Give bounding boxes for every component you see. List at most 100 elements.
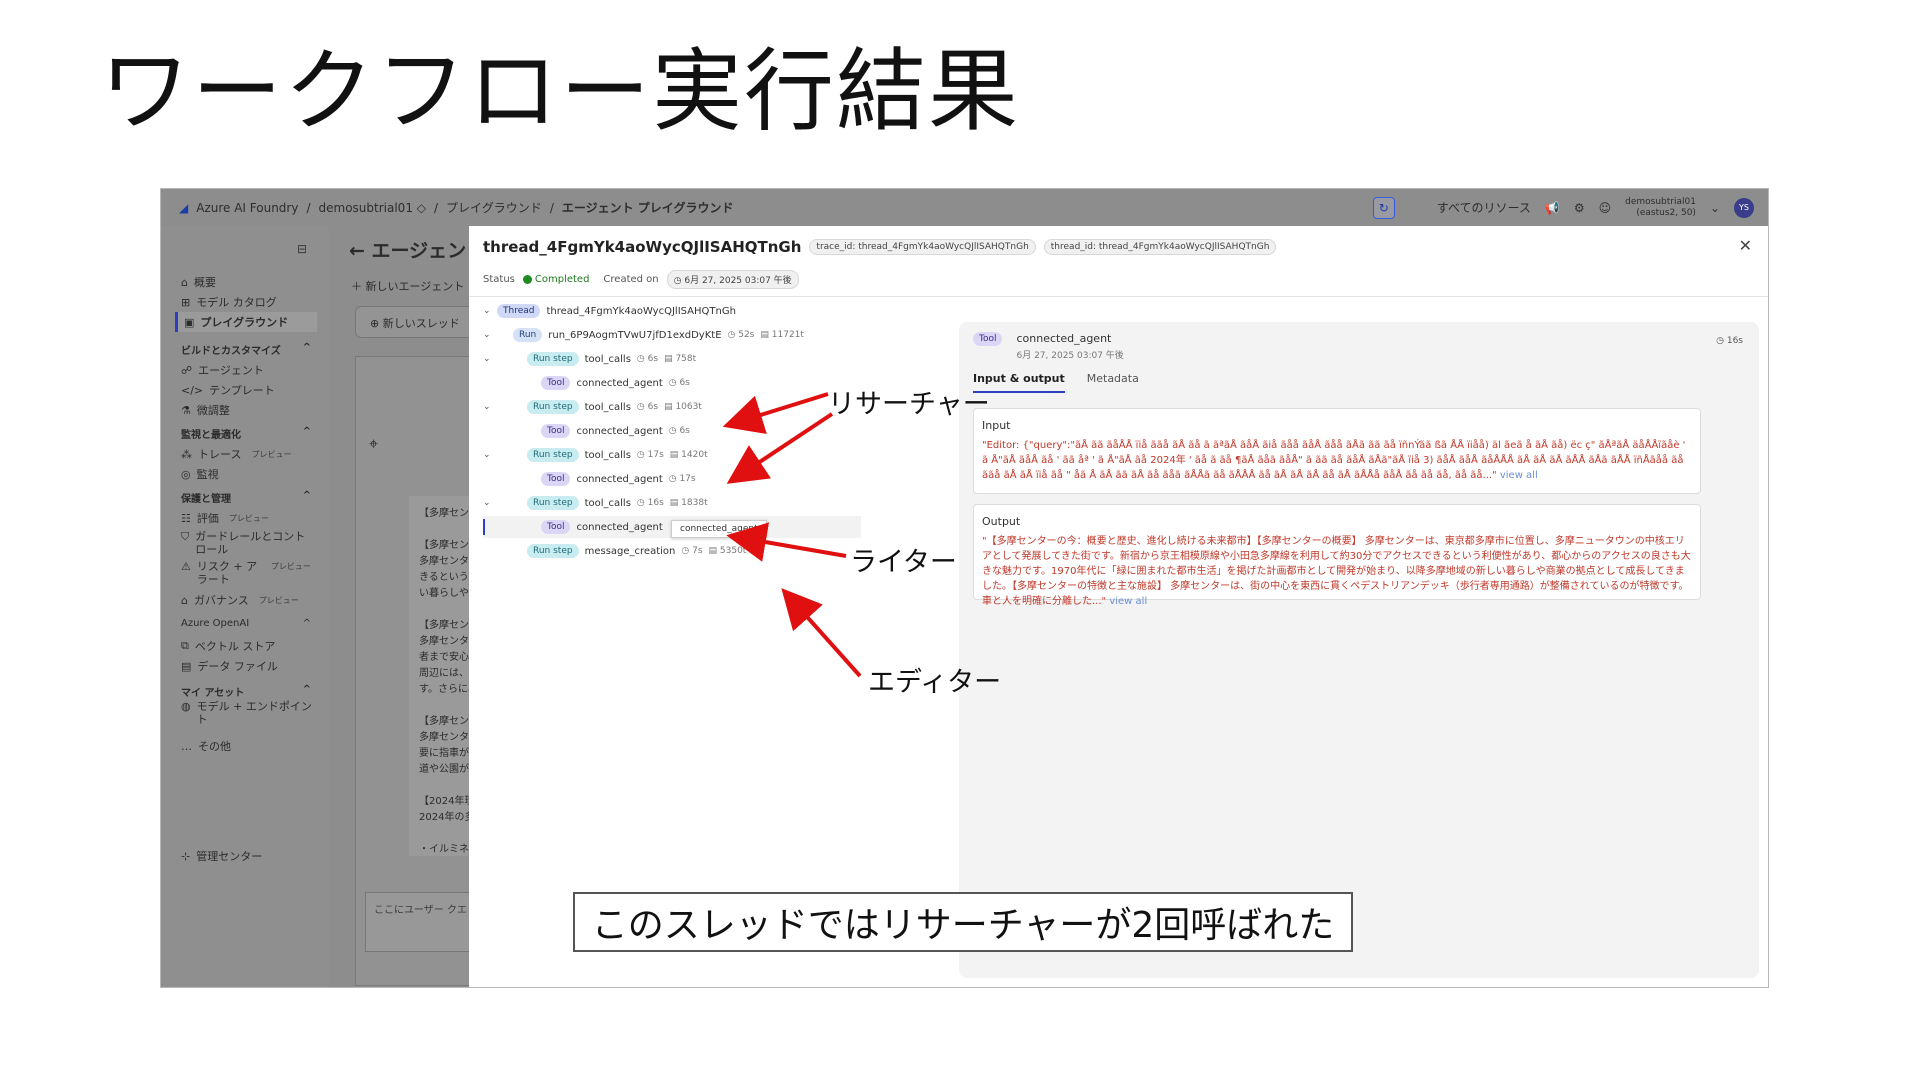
sidebar-item-monitoring[interactable]: ◎ 監視 bbox=[181, 466, 219, 482]
close-icon[interactable]: ✕ bbox=[1739, 236, 1752, 255]
sidebar-item-agents[interactable]: ☍ エージェント bbox=[181, 362, 264, 378]
breadcrumb-playground[interactable]: プレイグラウンド bbox=[446, 199, 542, 216]
tooltip: connected_agent bbox=[671, 520, 767, 538]
tool-pill: Tool bbox=[541, 520, 571, 534]
tool-pill: Tool bbox=[541, 472, 571, 486]
sidebar-group-protect[interactable]: 保護と管理 ^ bbox=[181, 490, 311, 505]
created-on-chip: ◷ 6月 27, 2025 03:07 午後 bbox=[666, 270, 799, 289]
status-badge: Completed bbox=[522, 274, 589, 285]
chevron-down-icon[interactable]: ⌄ bbox=[483, 306, 491, 316]
alert-icon: ⚠ bbox=[181, 560, 191, 573]
run-step-pill: Run step bbox=[527, 448, 579, 462]
screenshot-frame: ◢ Azure AI Foundry / demosubtrial01 ◇ / … bbox=[160, 188, 1769, 988]
chat-input[interactable]: ここにユーザー クエリを bbox=[365, 892, 469, 952]
chevron-down-icon[interactable]: ⌄ bbox=[483, 450, 491, 460]
output-text: "【多摩センターの今：概要と歴史、進化し続ける未来都市】【多摩センターの概要】 … bbox=[982, 536, 1691, 607]
chevron-down-icon[interactable]: ⌄ bbox=[483, 330, 491, 340]
sidebar-item-vector-store[interactable]: ⧉ ベクトル ストア bbox=[181, 638, 275, 654]
view-all-link[interactable]: view all bbox=[1109, 596, 1147, 607]
sidebar-item-governance[interactable]: ⌂ ガバナンス プレビュー bbox=[181, 592, 299, 608]
chat-line: 【多摩セン bbox=[419, 508, 469, 519]
tree-row-run[interactable]: ⌄ Run run_6P9AogmTVwU7jfD1exdDyKtE ◷ 52s… bbox=[483, 324, 861, 346]
chat-line: 周辺には、緑 bbox=[419, 668, 469, 679]
sidebar-group-build[interactable]: ビルドとカスタマイズ ^ bbox=[181, 342, 311, 357]
refresh-icon[interactable]: ↻ bbox=[1372, 196, 1395, 219]
all-resources-link[interactable]: すべてのリソース bbox=[1437, 199, 1531, 216]
detail-tabs: Input & output Metadata bbox=[973, 372, 1139, 393]
new-thread-button[interactable]: ⊕ 新しいスレッド bbox=[355, 306, 469, 338]
tree-row-step-2[interactable]: ⌄ Run step tool_calls ◷ 6s ▤ 1063t bbox=[483, 396, 861, 418]
sidebar-item-data-files[interactable]: ▤ データ ファイル bbox=[181, 658, 278, 674]
sidebar-item-playground[interactable]: ▣ プレイグラウンド bbox=[175, 312, 317, 332]
gear-icon[interactable]: ⚙ bbox=[1574, 201, 1585, 215]
dialog-title: thread_4FgmYk4aoWycQJlISAHQTnGh bbox=[483, 238, 802, 256]
tree-row-step-1[interactable]: ⌄ Run step tool_calls ◷ 6s ▤ 758t bbox=[483, 348, 861, 370]
thread-id-chip[interactable]: thread_id: thread_4FgmYk4aoWycQJlISAHQTn… bbox=[1043, 239, 1277, 255]
chat-line: 2024年の多 bbox=[419, 812, 469, 823]
chevron-up-icon: ^ bbox=[302, 618, 311, 629]
project-selector[interactable]: demosubtrial01 ◇ bbox=[319, 201, 426, 215]
user-region: (eastus2, 50) bbox=[1636, 207, 1696, 218]
detail-date: 6月 27, 2025 03:07 午後 bbox=[1016, 351, 1124, 361]
sidebar-item-evaluation[interactable]: ☷ 評価 プレビュー bbox=[181, 510, 269, 526]
tree-row-tool-1[interactable]: Tool connected_agent ◷ 6s bbox=[483, 372, 861, 394]
chevron-down-icon[interactable]: ⌄ bbox=[483, 402, 491, 412]
annotation-researcher: リサーチャー bbox=[828, 389, 990, 420]
user-name: demosubtrial01 bbox=[1625, 196, 1696, 207]
slide-caption: このスレッドではリサーチャーが2回呼ばれた bbox=[573, 892, 1353, 952]
sidebar-item-more[interactable]: … その他 bbox=[181, 738, 231, 754]
detail-header: Tool connected_agent 6月 27, 2025 03:07 午… bbox=[973, 332, 1124, 361]
sidebar-item-risk-alerts[interactable]: ⚠ リスク + アラート プレビュー bbox=[181, 560, 321, 586]
run-step-pill: Run step bbox=[527, 544, 579, 558]
chat-line: きるという利 bbox=[419, 572, 469, 583]
sidebar-group-monitor[interactable]: 監視と最適化 ^ bbox=[181, 426, 311, 441]
chat-line bbox=[419, 602, 469, 618]
thread-pill: Thread bbox=[497, 304, 541, 318]
home-icon: ⌂ bbox=[181, 275, 188, 289]
view-all-link[interactable]: view all bbox=[1500, 470, 1538, 481]
input-card: Input "Editor: {"query":"ãÅ ãã ãåÅÅ ïiå … bbox=[973, 408, 1701, 494]
sidebar-item-overview[interactable]: ⌂ 概要 bbox=[181, 274, 216, 290]
chat-line: 多摩センター bbox=[419, 732, 469, 743]
smiley-icon[interactable]: ☺ bbox=[1599, 201, 1612, 215]
vector-icon: ⧉ bbox=[181, 639, 189, 652]
back-title[interactable]: ← エージェント bbox=[349, 236, 485, 263]
sidebar-item-finetune[interactable]: ⚗ 微調整 bbox=[181, 402, 230, 418]
tree-row-step-3[interactable]: ⌄ Run step tool_calls ◷ 17s ▤ 1420t bbox=[483, 444, 861, 466]
chevron-down-icon[interactable]: ⌄ bbox=[1710, 201, 1720, 215]
sidebar-item-model-catalog[interactable]: ⊞ モデル カタログ bbox=[181, 294, 277, 310]
user-info[interactable]: demosubtrial01 (eastus2, 50) bbox=[1625, 197, 1696, 219]
breadcrumb-separator: / bbox=[549, 200, 554, 215]
status-bar: Status Completed Created on ◷ 6月 27, 202… bbox=[483, 270, 799, 289]
tree-row-thread[interactable]: ⌄ Thread thread_4FgmYk4aoWycQJlISAHQTnGh bbox=[483, 300, 861, 322]
sidebar-item-templates[interactable]: </> テンプレート bbox=[181, 382, 275, 398]
breadcrumb-agent-playground: エージェント プレイグラウンド bbox=[561, 201, 734, 215]
avatar[interactable]: YS bbox=[1734, 197, 1754, 218]
management-center-link[interactable]: ⊹ 管理センター bbox=[181, 848, 262, 864]
tree-row-message-creation[interactable]: Run step message_creation ◷ 7s ▤ 5350t bbox=[483, 540, 861, 562]
breadcrumb-separator: / bbox=[306, 200, 311, 215]
chat-line: ・イルミネー bbox=[419, 844, 469, 855]
tree-row-tool-2[interactable]: Tool connected_agent ◷ 6s bbox=[483, 420, 861, 442]
collapse-sidebar-icon[interactable]: ⊟ bbox=[297, 242, 307, 256]
thread-label: thread_4FgmYk4aoWycQJlISAHQTnGh bbox=[546, 305, 736, 317]
brand-link[interactable]: Azure AI Foundry bbox=[196, 201, 298, 215]
output-card: Output "【多摩センターの今：概要と歴史、進化し続ける未来都市】【多摩セン… bbox=[973, 504, 1701, 607]
chevron-down-icon[interactable]: ⌄ bbox=[483, 354, 491, 364]
sidebar-item-tracing[interactable]: ⁂ トレース プレビュー bbox=[181, 446, 291, 462]
trace-id-chip[interactable]: trace_id: thread_4FgmYk4aoWycQJlISAHQTnG… bbox=[809, 239, 1036, 255]
new-agent-button[interactable]: ＋ 新しいエージェント bbox=[351, 278, 464, 294]
tree-row-tool-3[interactable]: Tool connected_agent ◷ 17s bbox=[483, 468, 861, 490]
selection-indicator bbox=[483, 519, 485, 535]
file-icon: ▤ bbox=[181, 659, 192, 673]
sidebar-group-my-assets[interactable]: マイ アセット ^ bbox=[181, 684, 311, 699]
tab-metadata[interactable]: Metadata bbox=[1087, 372, 1139, 393]
sidebar-group-azure-openai[interactable]: Azure OpenAI ^ bbox=[181, 618, 311, 629]
sidebar-item-models-endpoints[interactable]: ◍ モデル + エンドポイント bbox=[181, 700, 315, 726]
run-pill: Run bbox=[513, 328, 543, 342]
chevron-down-icon[interactable]: ⌄ bbox=[483, 498, 491, 508]
sidebar-item-guardrails[interactable]: ⛉ ガードレールとコントロール bbox=[181, 530, 311, 556]
megaphone-icon[interactable]: 📢 bbox=[1545, 201, 1560, 215]
tree-row-step-4[interactable]: ⌄ Run step tool_calls ◷ 16s ▤ 1838t bbox=[483, 492, 861, 514]
tool-pill: Tool bbox=[973, 332, 1003, 346]
